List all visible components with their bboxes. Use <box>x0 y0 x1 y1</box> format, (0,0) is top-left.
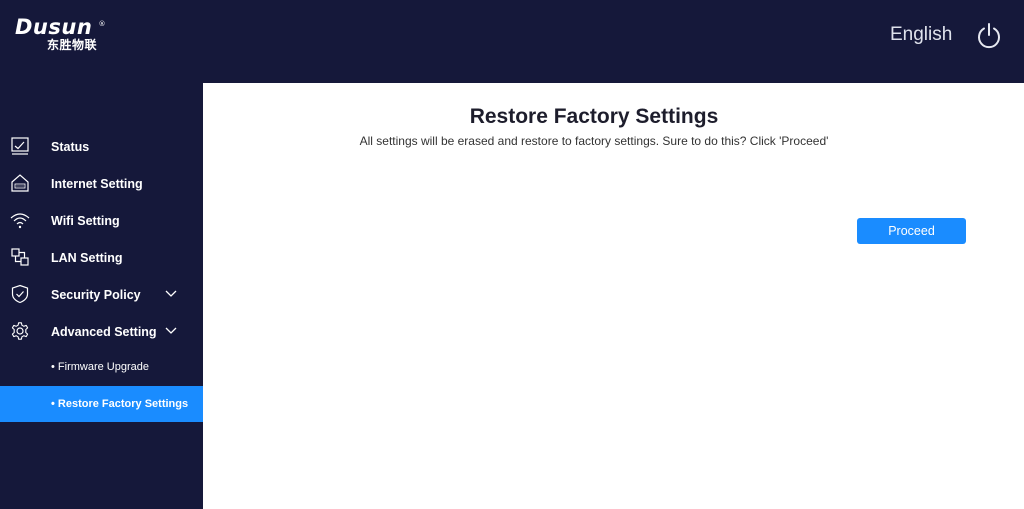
sidebar-item-security-policy[interactable]: Security Policy <box>0 276 203 313</box>
brand-name-text: Dusun <box>15 15 93 39</box>
sidebar-item-label: Wifi Setting <box>51 213 120 228</box>
main-content: Restore Factory Settings All settings wi… <box>203 83 1024 509</box>
shield-check-icon <box>11 284 29 304</box>
registered-mark: ® <box>98 20 107 28</box>
gear-icon <box>11 322 29 340</box>
top-header: Dusun ® 东胜物联 English <box>0 0 1024 83</box>
sidebar-item-label: Status <box>51 139 90 154</box>
house-www-icon <box>11 174 29 192</box>
sidebar-item-label: Advanced Setting <box>51 324 157 339</box>
monitor-check-icon <box>11 137 29 155</box>
sidebar-item-lan-setting[interactable]: LAN Setting <box>0 239 203 276</box>
sidebar-item-label: Internet Setting <box>51 176 143 191</box>
chevron-down-icon[interactable] <box>164 289 178 299</box>
sidebar-item-label: LAN Setting <box>51 250 123 265</box>
lan-icon <box>11 248 29 266</box>
sidebar-item-label: Security Policy <box>51 287 141 302</box>
sidebar-subitem-restore-factory-settings[interactable]: • Restore Factory Settings <box>0 386 203 422</box>
sidebar-subitem-firmware-upgrade[interactable]: • Firmware Upgrade <box>0 349 203 385</box>
sidebar-item-wifi-setting[interactable]: Wifi Setting <box>0 202 203 239</box>
chevron-down-icon[interactable] <box>164 326 178 336</box>
brand-subtitle: 东胜物联 <box>47 38 98 52</box>
sidebar-item-internet-setting[interactable]: Internet Setting <box>0 165 203 202</box>
page-description: All settings will be erased and restore … <box>359 134 829 148</box>
proceed-button[interactable]: Proceed <box>857 218 966 244</box>
sidebar-item-status[interactable]: Status <box>0 128 203 165</box>
language-selector[interactable]: English <box>890 24 952 46</box>
sidebar-nav: Status Internet Setting Wifi Setting LAN… <box>0 83 203 509</box>
page-title: Restore Factory Settings <box>469 105 719 128</box>
wifi-icon <box>10 213 30 229</box>
sidebar-subitem-label: • Firmware Upgrade <box>51 361 149 373</box>
brand-name: Dusun ® <box>15 15 106 39</box>
sidebar-item-advanced-setting[interactable]: Advanced Setting <box>0 313 203 350</box>
sidebar-subitem-label: • Restore Factory Settings <box>51 398 189 410</box>
power-icon[interactable] <box>975 22 1003 50</box>
brand-logo: Dusun ® 东胜物联 <box>15 15 106 52</box>
